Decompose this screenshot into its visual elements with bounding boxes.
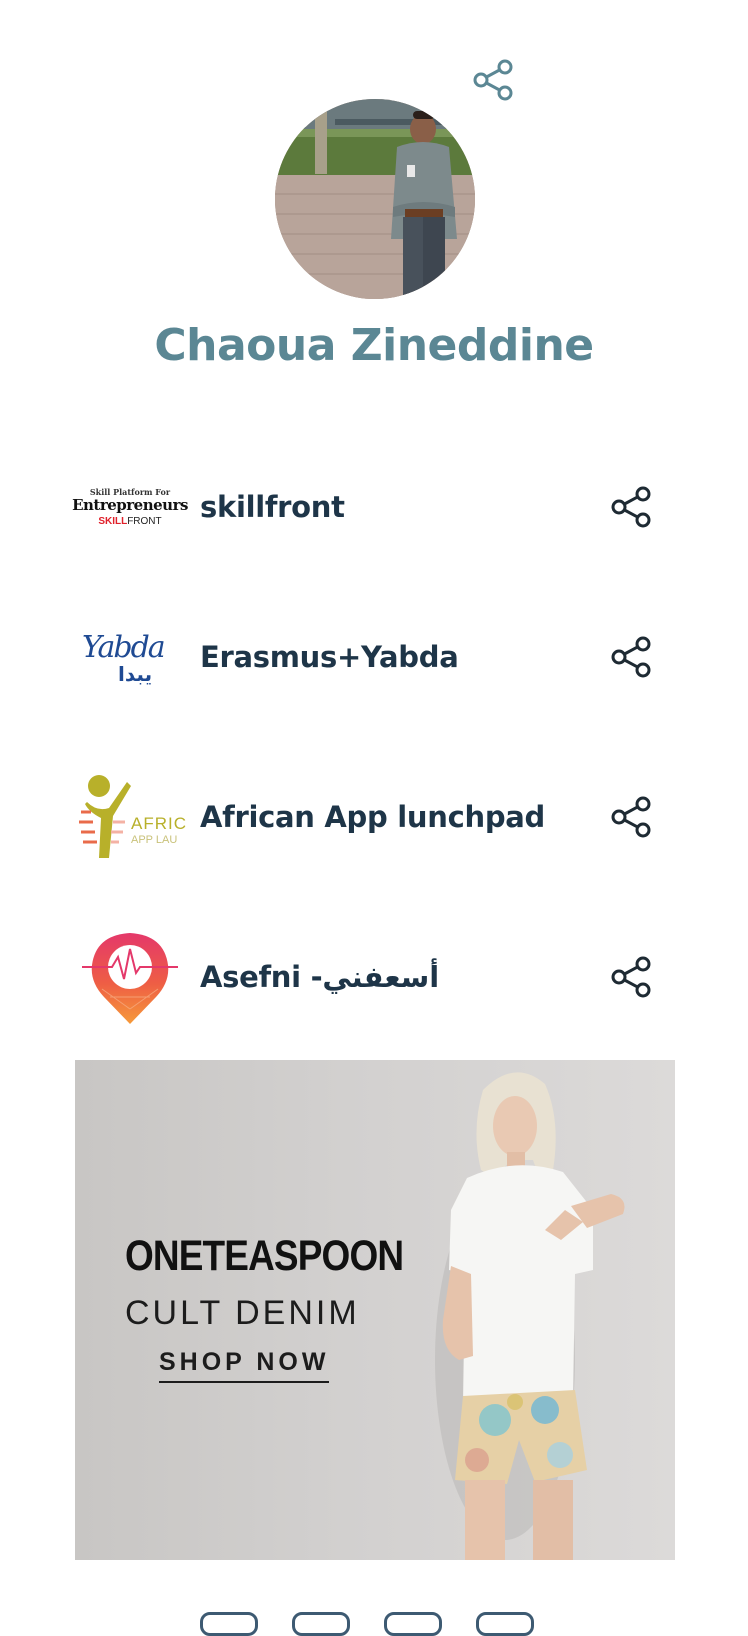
- avatar-photo: [275, 99, 475, 299]
- ad-banner[interactable]: ONETEASPOON CULT DENIM SHOP NOW: [75, 1060, 675, 1560]
- yabda-logo-arabic: يبدا: [118, 662, 153, 686]
- link-african-app-lunchpad[interactable]: AFRIC APP LAU African App lunchpad: [70, 757, 674, 877]
- ad-brand: ONETEASPOON: [125, 1232, 404, 1280]
- african-logo-line2: APP LAU: [131, 834, 178, 846]
- profile-share-button[interactable]: [472, 58, 516, 102]
- social-icon[interactable]: [292, 1612, 350, 1636]
- yabda-logo: Yabda يبدا: [70, 607, 190, 707]
- african-logo-line1: AFRIC: [131, 814, 187, 833]
- social-icon[interactable]: [476, 1612, 534, 1636]
- bottom-social-icons: [200, 1612, 560, 1636]
- share-icon: [473, 59, 513, 101]
- skillfront-logo: Skill Platform For Entrepreneurs SKILLFR…: [70, 457, 190, 557]
- ad-shop-now-link[interactable]: SHOP NOW: [159, 1348, 330, 1383]
- link-asefni[interactable]: Asefni -أسعفني: [70, 917, 674, 1037]
- profile-name: Chaoua Zineddine: [154, 320, 594, 371]
- skillfront-logo-front: FRONT: [127, 515, 162, 527]
- asefni-logo: [70, 927, 190, 1027]
- social-icon[interactable]: [200, 1612, 258, 1636]
- link-label-african-app: African App lunchpad: [200, 800, 546, 834]
- share-icon[interactable]: [610, 485, 654, 529]
- link-label-skillfront: skillfront: [200, 490, 345, 524]
- share-icon[interactable]: [610, 635, 654, 679]
- share-icon[interactable]: [610, 795, 654, 839]
- share-icon[interactable]: [610, 955, 654, 999]
- african-app-launchpad-logo: AFRIC APP LAU: [70, 767, 190, 867]
- skillfront-logo-line2: Entrepreneurs: [72, 495, 188, 514]
- yabda-logo-latin: Yabda: [82, 630, 166, 665]
- link-label-asefni: Asefni -أسعفني: [200, 960, 440, 994]
- link-skillfront[interactable]: Skill Platform For Entrepreneurs SKILLFR…: [70, 447, 674, 567]
- location-pin-icon: [82, 933, 178, 1024]
- social-icon[interactable]: [384, 1612, 442, 1636]
- skillfront-logo-line1: Skill Platform For: [89, 486, 171, 497]
- avatar: [275, 99, 475, 299]
- link-label-erasmus-yabda: Erasmus+Yabda: [200, 640, 459, 674]
- ad-subtitle: CULT DENIM: [125, 1294, 360, 1332]
- link-erasmus-yabda[interactable]: Yabda يبدا Erasmus+Yabda: [70, 597, 674, 717]
- ad-model-image: [435, 1072, 625, 1560]
- skillfront-logo-skill: SKILL: [98, 515, 128, 527]
